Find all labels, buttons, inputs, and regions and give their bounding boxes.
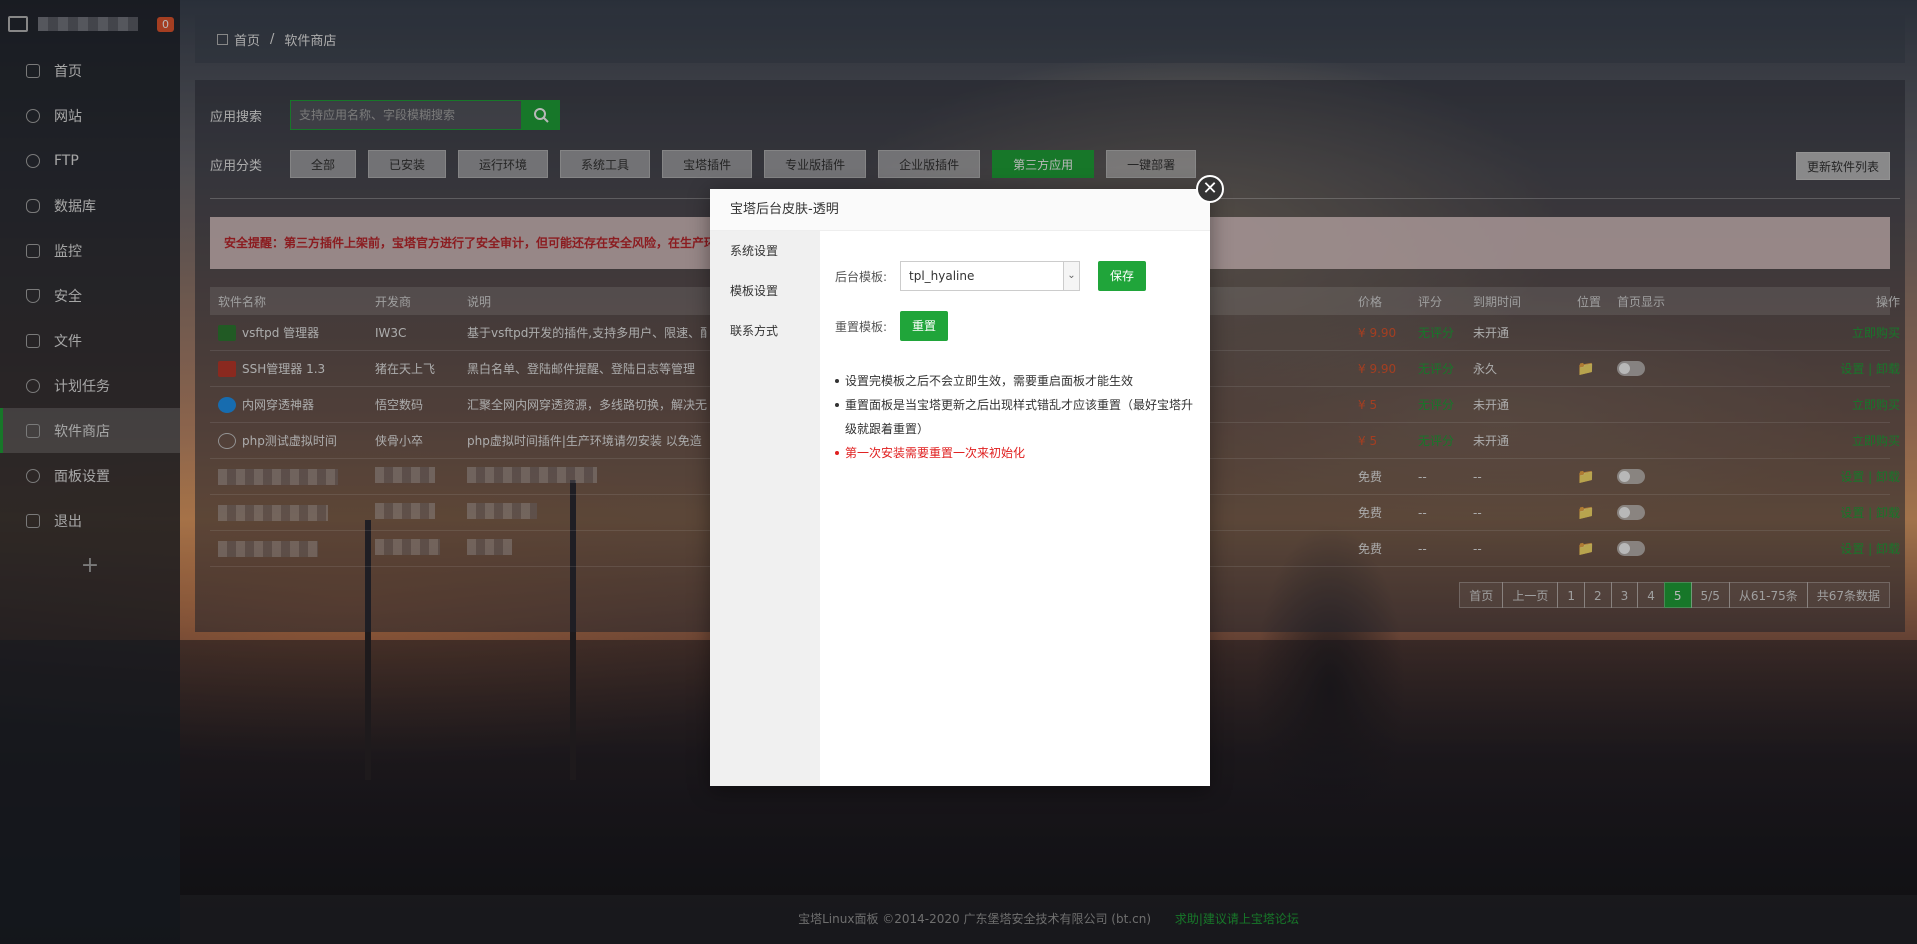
- tips-list: 设置完模板之后不会立即生效，需要重启面板才能生效 重置面板是当宝塔更新之后出现样…: [835, 369, 1200, 465]
- dialog-title: 宝塔后台皮肤-透明: [710, 189, 1210, 231]
- menu-contact[interactable]: 联系方式: [710, 311, 820, 351]
- template-select[interactable]: tpl_hyaline ⌄: [900, 261, 1080, 291]
- template-label: 后台模板:: [835, 269, 888, 284]
- template-select-value: tpl_hyaline: [909, 269, 975, 283]
- reset-row: 重置模板: 重置: [835, 311, 1200, 341]
- tip-item: 设置完模板之后不会立即生效，需要重启面板才能生效: [835, 369, 1200, 393]
- chevron-down-icon: ⌄: [1063, 262, 1079, 290]
- reset-button[interactable]: 重置: [900, 311, 949, 341]
- template-row: 后台模板: tpl_hyaline ⌄ 保存: [835, 261, 1200, 291]
- menu-template-settings[interactable]: 模板设置: [710, 271, 820, 311]
- save-button[interactable]: 保存: [1098, 261, 1147, 291]
- dialog-menu: 系统设置 模板设置 联系方式: [710, 231, 820, 786]
- close-button[interactable]: ✕: [1196, 175, 1224, 203]
- menu-system-settings[interactable]: 系统设置: [710, 231, 820, 271]
- reset-label: 重置模板:: [835, 319, 888, 334]
- skin-settings-dialog: 宝塔后台皮肤-透明 ✕ 系统设置 模板设置 联系方式 后台模板: tpl_hya…: [710, 175, 1224, 786]
- tip-item-warning: 第一次安装需要重置一次来初始化: [835, 441, 1200, 465]
- dialog-body: 后台模板: tpl_hyaline ⌄ 保存 重置模板: 重置 设置完模板之后不…: [835, 231, 1200, 465]
- close-icon: ✕: [1202, 178, 1218, 199]
- tip-item: 重置面板是当宝塔更新之后出现样式错乱才应该重置（最好宝塔升级就跟着重置）: [835, 393, 1200, 441]
